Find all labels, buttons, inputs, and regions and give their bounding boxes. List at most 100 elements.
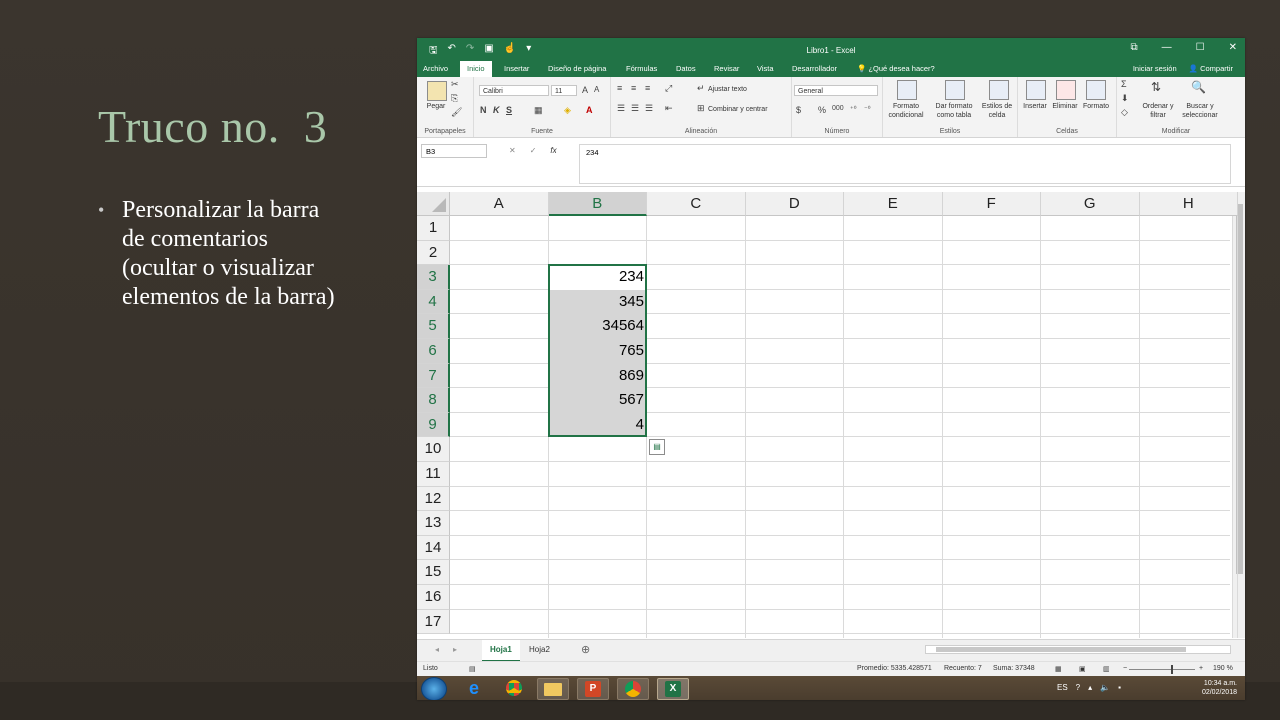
- zoom-slider-knob[interactable]: [1171, 665, 1173, 674]
- row-header-8[interactable]: 8: [417, 388, 450, 413]
- cancel-icon[interactable]: ✕: [509, 146, 516, 155]
- tab-datos[interactable]: Datos: [676, 64, 696, 73]
- show-hidden-icons-icon[interactable]: ▴: [1088, 683, 1092, 692]
- sort-filter-icon[interactable]: ⇅: [1151, 80, 1161, 94]
- decrease-decimal-icon[interactable]: ⁻⁰: [864, 105, 871, 113]
- delete-cells-button[interactable]: Eliminar: [1048, 102, 1082, 111]
- row-header-16[interactable]: 16: [417, 585, 450, 610]
- internet-explorer-icon[interactable]: e: [459, 678, 489, 698]
- name-box[interactable]: B3: [421, 144, 487, 158]
- merge-center-button[interactable]: Combinar y centrar: [708, 105, 768, 114]
- sign-in-link[interactable]: Iniciar sesión: [1133, 64, 1177, 73]
- find-select-icon[interactable]: 🔍: [1191, 80, 1206, 94]
- tab-insertar[interactable]: Insertar: [504, 64, 529, 73]
- page-break-icon[interactable]: ▥: [1103, 665, 1110, 673]
- bold-icon[interactable]: N: [480, 105, 487, 115]
- enter-icon[interactable]: ✓: [530, 146, 537, 155]
- cut-icon[interactable]: ✂: [451, 79, 459, 90]
- close-icon[interactable]: ✕: [1229, 42, 1237, 53]
- align-left-icon[interactable]: ☰: [617, 103, 625, 114]
- chrome-window-icon[interactable]: [617, 678, 649, 700]
- wrap-text-button[interactable]: Ajustar texto: [708, 85, 747, 94]
- excel-taskbar-icon[interactable]: X: [657, 678, 689, 700]
- row-header-17[interactable]: 17: [417, 609, 450, 635]
- column-header-a[interactable]: A: [450, 192, 549, 216]
- zoom-in-icon[interactable]: +: [1199, 665, 1203, 672]
- row-header-2[interactable]: 2: [417, 240, 450, 266]
- number-format-select[interactable]: General: [794, 85, 878, 96]
- new-sheet-icon[interactable]: ⊕: [581, 643, 590, 656]
- comma-style-icon[interactable]: 000: [832, 105, 844, 112]
- minimize-icon[interactable]: —: [1162, 42, 1172, 53]
- vertical-scrollbar[interactable]: [1232, 192, 1245, 638]
- align-bottom-icon[interactable]: ≡: [645, 83, 650, 93]
- file-explorer-icon[interactable]: [537, 678, 569, 700]
- column-header-e[interactable]: E: [844, 192, 943, 216]
- format-as-table-button[interactable]: Dar formato como tabla: [931, 102, 977, 120]
- tab-revisar[interactable]: Revisar: [714, 64, 739, 73]
- currency-icon[interactable]: $: [796, 105, 801, 115]
- underline-icon[interactable]: S: [506, 105, 512, 115]
- worksheet-grid[interactable]: A B C D E F G H 1 2 3 4 5 6 7 8 9 10 11 12 13 14 15 16 17 234 345 3…: [417, 192, 1245, 638]
- wrap-text-icon[interactable]: ↵: [697, 83, 705, 94]
- row-header-3[interactable]: 3: [417, 265, 450, 290]
- font-size-select[interactable]: 11: [551, 85, 577, 96]
- font-name-select[interactable]: Calibri: [479, 85, 549, 96]
- tab-inicio[interactable]: Inicio: [460, 61, 492, 77]
- share-button[interactable]: 👤 Compartir: [1189, 64, 1233, 73]
- column-header-h[interactable]: H: [1139, 192, 1238, 216]
- insert-cells-icon[interactable]: [1026, 80, 1046, 100]
- row-header-1[interactable]: 1: [417, 216, 450, 241]
- column-header-c[interactable]: C: [647, 192, 746, 216]
- clear-icon[interactable]: ◇: [1121, 107, 1128, 118]
- tab-formulas[interactable]: Fórmulas: [626, 64, 657, 73]
- sheet-tab-hoja1[interactable]: Hoja1: [482, 640, 520, 662]
- zoom-out-icon[interactable]: −: [1123, 665, 1127, 672]
- format-as-table-icon[interactable]: [945, 80, 965, 100]
- row-header-12[interactable]: 12: [417, 486, 450, 512]
- horizontal-scroll-thumb[interactable]: [936, 647, 1186, 652]
- row-header-6[interactable]: 6: [417, 339, 450, 364]
- align-top-icon[interactable]: ≡: [617, 83, 622, 93]
- find-select-button[interactable]: Buscar y seleccionar: [1175, 102, 1225, 120]
- row-header-15[interactable]: 15: [417, 560, 450, 585]
- conditional-format-icon[interactable]: [897, 80, 917, 100]
- indent-icon[interactable]: ⇤: [665, 103, 673, 114]
- decrease-font-icon[interactable]: A: [594, 85, 599, 94]
- percent-icon[interactable]: %: [818, 105, 826, 115]
- zoom-level[interactable]: 190 %: [1213, 665, 1233, 672]
- volume-icon[interactable]: 🔈: [1100, 683, 1110, 692]
- cell-styles-button[interactable]: Estilos de celda: [979, 102, 1015, 120]
- paste-icon[interactable]: [427, 81, 447, 101]
- help-icon[interactable]: ?: [1076, 683, 1080, 692]
- borders-icon[interactable]: ▦: [534, 105, 543, 116]
- row-header-4[interactable]: 4: [417, 289, 450, 315]
- powerpoint-icon[interactable]: P: [577, 678, 609, 700]
- tab-diseno-pagina[interactable]: Diseño de página: [548, 64, 606, 73]
- tell-me-box[interactable]: 💡 ¿Qué desea hacer?: [857, 64, 935, 73]
- fill-icon[interactable]: ⬇: [1121, 93, 1129, 104]
- row-header-5[interactable]: 5: [417, 314, 450, 339]
- maximize-icon[interactable]: ☐: [1196, 42, 1205, 53]
- row-header-9[interactable]: 9: [417, 412, 450, 438]
- autosum-icon[interactable]: Σ: [1121, 79, 1127, 89]
- paste-label[interactable]: Pegar: [421, 102, 451, 111]
- align-middle-icon[interactable]: ≡: [631, 83, 636, 93]
- sheet-tab-hoja2[interactable]: Hoja2: [521, 640, 558, 660]
- italic-icon[interactable]: K: [493, 105, 500, 115]
- formula-input[interactable]: 234: [579, 144, 1231, 184]
- delete-cells-icon[interactable]: [1056, 80, 1076, 100]
- insert-cells-button[interactable]: Insertar: [1018, 102, 1052, 111]
- row-header-10[interactable]: 10: [417, 437, 450, 462]
- column-header-b[interactable]: B: [548, 192, 647, 216]
- tab-vista[interactable]: Vista: [757, 64, 774, 73]
- page-layout-icon[interactable]: ▣: [1079, 665, 1086, 673]
- cell-styles-icon[interactable]: [989, 80, 1009, 100]
- column-header-d[interactable]: D: [745, 192, 844, 216]
- scroll-sheets-left-icon[interactable]: ◂: [435, 645, 439, 654]
- clock[interactable]: 10:34 a.m. 02/02/2018: [1202, 679, 1237, 697]
- scroll-sheets-right-icon[interactable]: ▸: [453, 645, 457, 654]
- tab-archivo[interactable]: Archivo: [423, 64, 448, 73]
- chrome-icon[interactable]: [499, 678, 529, 698]
- conditional-format-button[interactable]: Formato condicional: [883, 102, 929, 120]
